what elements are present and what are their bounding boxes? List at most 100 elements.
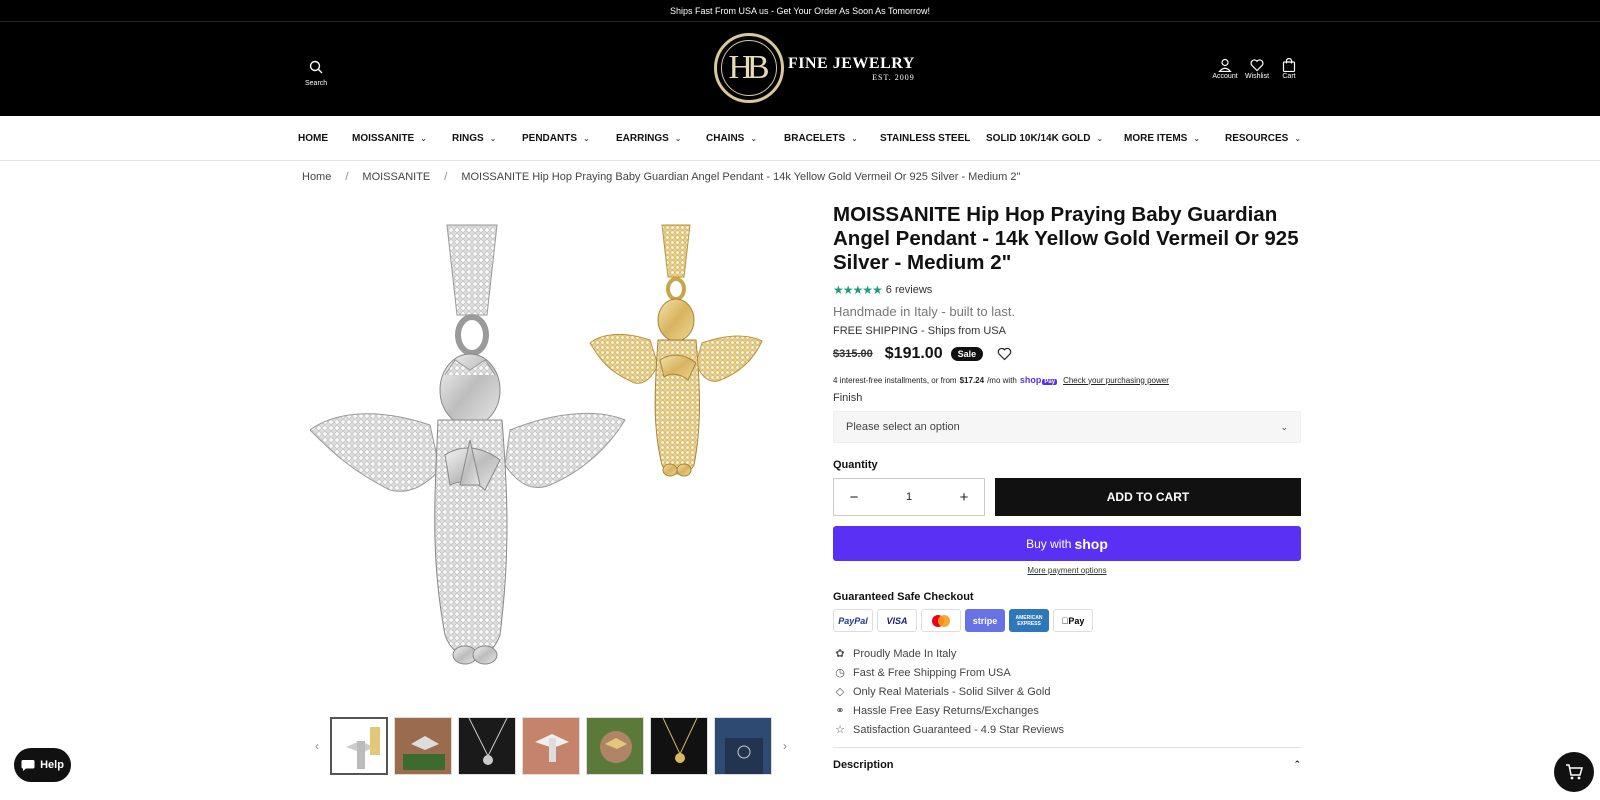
cart-label: Cart (1282, 73, 1296, 80)
chevron-down-icon: ⌄ (1096, 133, 1104, 143)
nav-item-stainless-steel[interactable]: STAINLESS STEEL (880, 133, 986, 144)
chevron-right-icon[interactable]: › (778, 739, 792, 753)
payment-icons: PayPal VISA mastercard stripe AMERICAN E… (833, 609, 1301, 632)
nav-item-earrings[interactable]: EARRINGS ⌄ (616, 133, 706, 144)
rating-row[interactable]: ★★★★★ 6 reviews (833, 283, 1301, 297)
mastercard-icon: mastercard (921, 609, 961, 632)
stripe-icon: stripe (965, 609, 1005, 632)
chevron-down-icon: ⌄ (420, 133, 427, 143)
breadcrumb-category[interactable]: MOISSANITE (362, 171, 430, 183)
account-button[interactable]: Account (1212, 58, 1238, 80)
plus-button[interactable]: + (956, 489, 972, 506)
nav-item-home[interactable]: HOME (298, 133, 352, 144)
add-to-cart-button[interactable]: ADD TO CART (995, 478, 1301, 516)
nav-item-resources[interactable]: RESOURCES ⌄ (1225, 133, 1315, 144)
thumbnail[interactable] (330, 717, 388, 775)
nav-label: MORE ITEMS (1124, 132, 1188, 144)
chevron-down-icon: ⌄ (674, 133, 682, 143)
wishlist-button[interactable]: Wishlist (1244, 58, 1270, 80)
nav-item-solid-gold[interactable]: SOLID 10K/14K GOLD ⌄ (986, 133, 1124, 144)
feature-item: ◇ Only Real Materials - Solid Silver & Go… (833, 682, 1301, 701)
nav-item-bracelets[interactable]: BRACELETS ⌄ (784, 133, 880, 144)
main-nav: HOME MOISSANITE ⌄ RINGS ⌄ PENDANTS ⌄ EARRIN… (0, 116, 1600, 161)
shipping-note: FREE SHIPPING - Ships from USA (833, 325, 1006, 337)
thumbnail[interactable] (586, 717, 644, 775)
minus-button[interactable]: − (846, 489, 862, 506)
breadcrumb-separator: / (345, 171, 349, 183)
feature-text: Only Real Materials - Solid Silver & Gol… (853, 685, 1051, 698)
chevron-down-icon: ⌄ (1280, 421, 1288, 432)
cart-button[interactable]: Cart (1280, 58, 1298, 80)
shop-pay-badge: Pay (1042, 379, 1058, 385)
feature-item: ⚭ Hassle Free Easy Returns/Exchanges (833, 701, 1301, 720)
chevron-left-icon[interactable]: ‹ (310, 739, 324, 753)
installments-text: 4 interest-free installments, or from (833, 375, 957, 385)
thumbnail[interactable] (394, 717, 452, 775)
sale-badge: Sale (950, 347, 984, 361)
buy-with-text: Buy with (1026, 536, 1072, 551)
finish-label: Finish (833, 392, 863, 404)
breadcrumb-current: MOISSANITE Hip Hop Praying Baby Guardian… (461, 171, 1021, 183)
thumbnail[interactable] (522, 717, 580, 775)
logo-emblem: HB (714, 33, 784, 103)
heart-icon (997, 347, 1012, 361)
quantity-value[interactable]: 1 (906, 491, 912, 503)
thumbnail[interactable] (650, 717, 708, 775)
search-icon (309, 60, 323, 74)
logo[interactable]: HB FINE JEWELRY EST. 2009 (714, 33, 915, 103)
search-label: Search (305, 80, 328, 87)
product-info: MOISSANITE Hip Hop Praying Baby Guardian… (833, 203, 1301, 781)
star-rating-icon: ★★★★★ (833, 283, 883, 297)
nav-label: SOLID 10K/14K GOLD (986, 132, 1091, 144)
help-button[interactable]: Help (14, 748, 71, 782)
quantity-stepper: − 1 + (833, 478, 985, 516)
wishlist-label: Wishlist (1244, 73, 1270, 80)
account-label: Account (1212, 73, 1238, 80)
nav-item-pendants[interactable]: PENDANTS ⌄ (522, 133, 616, 144)
installments-note: 4 interest-free installments, or from $1… (833, 375, 1301, 385)
nav-item-more-items[interactable]: MORE ITEMS ⌄ (1124, 133, 1225, 144)
nav-item-moissanite[interactable]: MOISSANITE ⌄ (352, 133, 452, 144)
paypal-icon: PayPal (833, 609, 873, 632)
nav-label: RINGS (452, 132, 484, 144)
shop-pay-logo: shop Pay (1020, 375, 1058, 385)
chevron-down-icon: ⌄ (1193, 133, 1201, 143)
announcement-bar: Ships Fast From USA us - Get Your Order … (0, 0, 1600, 22)
cart-icon (1566, 764, 1583, 780)
feature-item: ✿ Proudly Made In Italy (833, 644, 1301, 663)
award-icon: ✿ (835, 648, 845, 660)
thumbnail[interactable] (458, 717, 516, 775)
nav-label: HOME (298, 132, 328, 144)
help-label: Help (40, 759, 64, 771)
nav-item-chains[interactable]: CHAINS ⌄ (706, 133, 784, 144)
header-actions: Account Wishlist Cart (1212, 58, 1298, 80)
site-header: Search HB FINE JEWELRY EST. 2009 Account… (0, 22, 1600, 116)
visa-icon: VISA (877, 609, 917, 632)
feature-text: Hassle Free Easy Returns/Exchanges (853, 704, 1039, 717)
nav-label: BRACELETS (784, 132, 846, 144)
apple-pay-icon: Pay (1053, 609, 1093, 632)
buy-with-shop-button[interactable]: Buy with shop (833, 526, 1301, 561)
chevron-down-icon: ⌄ (583, 133, 590, 143)
nav-label: CHAINS (706, 132, 745, 144)
thumbnail-strip: ‹ › (310, 717, 792, 775)
floating-cart-button[interactable] (1554, 752, 1594, 792)
description-accordion[interactable]: Description ⌃ (833, 747, 1301, 781)
purchasing-power-link[interactable]: Check your purchasing power (1063, 376, 1169, 385)
nav-item-rings[interactable]: RINGS ⌄ (452, 133, 522, 144)
search-button[interactable]: Search (305, 60, 327, 87)
diamond-icon: ◇ (835, 686, 845, 698)
description-label: Description (833, 758, 894, 771)
thumbnail[interactable] (714, 717, 772, 775)
logo-name: FINE JEWELRY (788, 54, 915, 72)
nav-label: EARRINGS (616, 132, 669, 144)
more-payment-options-link[interactable]: More payment options (833, 566, 1301, 575)
breadcrumb-home[interactable]: Home (302, 171, 331, 183)
logo-monogram: HB (728, 49, 769, 86)
add-to-wishlist-button[interactable] (997, 347, 1012, 361)
product-main-image[interactable] (309, 215, 790, 685)
finish-select[interactable]: Please select an option ⌄ (833, 411, 1301, 443)
feature-item: ◷ Fast & Free Shipping From USA (833, 663, 1301, 682)
quantity-label: Quantity (833, 459, 878, 471)
breadcrumb-separator: / (444, 171, 448, 183)
